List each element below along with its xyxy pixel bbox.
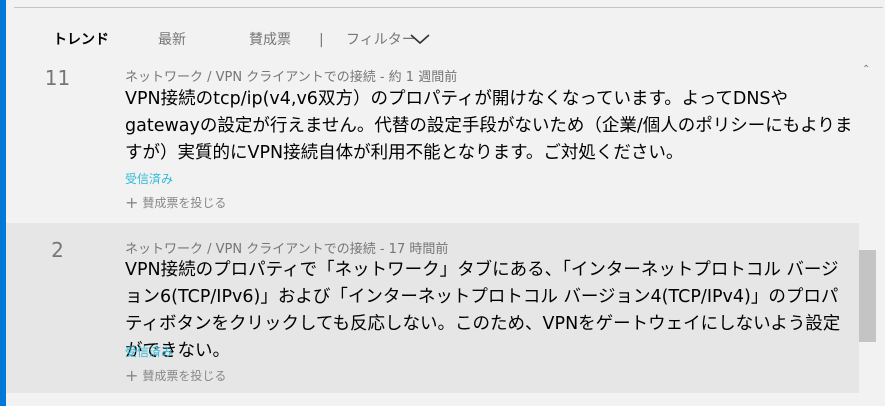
tab-separator: | [319,32,324,48]
item-meta: ネットワーク / VPN クライアントでの接続 - 17 時間前 [125,242,449,257]
status-badge[interactable]: 受信済み [125,343,173,360]
status-badge[interactable]: 受信済み [125,170,173,187]
tab-latest[interactable]: 最新 [158,28,186,52]
filter-dropdown[interactable]: フィルター [346,28,430,52]
sort-tabs: トレンド 最新 賛成票 | フィルター [6,28,885,52]
plus-icon: + [125,366,139,385]
upvote-button[interactable]: + 賛成票を投じる [125,192,227,212]
upvote-label: 賛成票を投じる [142,369,227,383]
item-body: VPN接続のプロパティで「ネットワーク」タブにある、「インターネットプロトコル … [125,260,841,361]
scroll-up-arrow-icon[interactable]: ⌃ [862,64,870,75]
tab-trending[interactable]: トレンド [53,28,109,52]
upvote-label: 賛成票を投じる [142,196,227,210]
divider [14,7,883,8]
vote-count: 11 [44,66,71,90]
scrollbar-thumb[interactable] [859,250,876,342]
plus-icon: + [125,193,139,212]
tab-upvotes[interactable]: 賛成票 [249,28,291,52]
item-body: VPN接続のtcp/ip(v4,v6双方）のプロパティが開けなくなっています。よ… [125,89,853,163]
list-item[interactable]: 11 ネットワーク / VPN クライアントでの接続 - 約 1 週間前 VPN… [6,60,859,220]
feedback-list: 11 ネットワーク / VPN クライアントでの接続 - 約 1 週間前 VPN… [6,60,859,406]
chevron-down-icon [410,34,430,45]
filter-label: フィルター [346,32,416,48]
scrollbar[interactable]: ⌃ [859,60,876,406]
list-item[interactable]: 2 ネットワーク / VPN クライアントでの接続 - 17 時間前 VPN接続… [6,223,859,393]
item-meta: ネットワーク / VPN クライアントでの接続 - 約 1 週間前 [125,70,458,85]
vote-count: 2 [51,238,64,262]
feedback-panel: トレンド 最新 賛成票 | フィルター 11 ネットワーク / VPN クライア… [6,0,885,406]
upvote-button[interactable]: + 賛成票を投じる [125,365,227,385]
